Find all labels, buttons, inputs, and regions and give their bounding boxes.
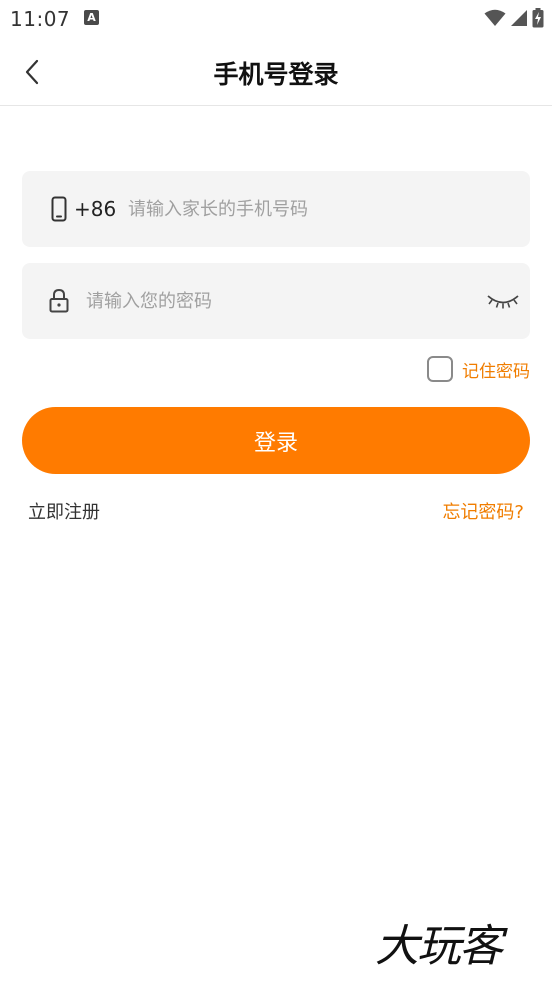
battery-charging-icon: [532, 8, 544, 28]
remember-password-label: 记住密码: [462, 361, 530, 382]
status-bar: 11:07 A: [0, 0, 552, 38]
remember-password-checkbox[interactable]: [427, 356, 453, 382]
login-button[interactable]: 登录: [22, 407, 530, 474]
notification-icon: A: [84, 10, 99, 25]
password-input[interactable]: [86, 263, 476, 339]
status-icons: [484, 8, 544, 28]
register-link[interactable]: 立即注册: [28, 498, 100, 524]
wifi-icon: [484, 9, 506, 26]
remember-password-toggle[interactable]: 记住密码: [427, 355, 530, 383]
watermark-text: 大玩客: [375, 921, 503, 972]
country-code[interactable]: +86: [74, 197, 116, 221]
phone-input[interactable]: [128, 171, 518, 247]
forgot-password-link[interactable]: 忘记密码?: [442, 498, 524, 524]
cellular-signal-icon: [511, 10, 527, 26]
mobile-phone-icon: [51, 196, 67, 222]
status-time: 11:07: [10, 7, 71, 31]
eye-closed-icon[interactable]: [486, 287, 520, 315]
phone-field: +86: [22, 171, 530, 247]
page-title: 手机号登录: [213, 60, 339, 89]
lock-icon: [49, 288, 69, 313]
navigation-bar: 手机号登录: [0, 38, 552, 106]
password-field: [22, 263, 530, 339]
watermark-logo: 大玩客: [375, 910, 545, 976]
